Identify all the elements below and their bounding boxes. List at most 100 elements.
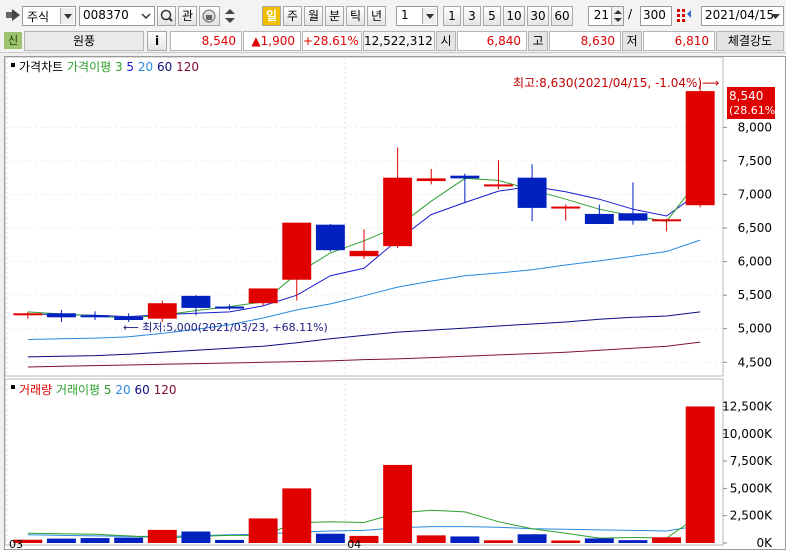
candle-body <box>652 219 682 222</box>
total-count-input[interactable]: 300 <box>640 6 672 26</box>
candle-body <box>383 177 413 247</box>
volume-tick-label: 10,000K <box>722 427 773 441</box>
spinner-buttons[interactable] <box>222 6 238 26</box>
volume-bar <box>181 531 211 543</box>
legend-item: 120 <box>150 383 177 397</box>
search-button[interactable] <box>157 6 176 26</box>
chevron-down-icon <box>769 8 782 24</box>
legend-item: 거래량 <box>19 383 52 397</box>
period-tab-5[interactable]: 년 <box>367 6 386 26</box>
low-value: 6,810 <box>643 31 715 51</box>
toolbar: 주식 008370 관 일주월분틱년 1 1 3 5 10 30 60 21 / 300 <box>0 0 786 31</box>
stock-name: 원풍 <box>24 31 144 51</box>
current-price: 8,540 <box>170 31 242 51</box>
volume-bar <box>685 406 715 543</box>
price-panel <box>5 57 724 377</box>
volume-bar <box>315 533 345 543</box>
volume-bar <box>618 540 648 543</box>
interval-select-value: 1 <box>401 8 409 22</box>
candle-body <box>618 213 648 221</box>
volume-bar <box>215 539 244 543</box>
spinner-icon[interactable] <box>611 7 623 25</box>
favorite-button[interactable]: 관 <box>178 6 197 26</box>
volume-bar <box>80 538 110 543</box>
price-tick-label: 6,500 <box>738 221 772 235</box>
volume-tick-label: 5,000K <box>730 481 773 495</box>
period-tab-4[interactable]: 틱 <box>346 6 365 26</box>
stock-code-input[interactable]: 008370 <box>79 6 155 26</box>
strength-label: 체결강도 <box>716 31 784 51</box>
volume-bar <box>652 537 682 543</box>
volume-bar <box>584 538 614 543</box>
date-select[interactable]: 2021/04/15 <box>701 6 784 26</box>
last-price-tag-rate: (28.61%) <box>729 104 780 117</box>
period-tab-2[interactable]: 월 <box>304 6 323 26</box>
market-select[interactable]: 주식 <box>22 6 76 26</box>
period-tab-0[interactable]: 일 <box>262 6 281 26</box>
candle-body <box>147 303 177 319</box>
legend-item: 60 <box>131 383 150 397</box>
lock-button[interactable] <box>199 6 220 26</box>
interval-button-10[interactable]: 10 <box>503 6 525 26</box>
legend-item: 거래이평 5 <box>52 383 111 397</box>
total-count-value: 300 <box>643 8 666 22</box>
candle-body <box>282 222 312 280</box>
month-label: 03 <box>9 538 23 549</box>
open-value: 6,840 <box>457 31 527 51</box>
volume-legend: 거래량 거래이평 5 20 60 120 <box>11 383 176 397</box>
volume-bar <box>484 540 513 543</box>
volume-bar <box>416 535 446 543</box>
chart-area[interactable]: 가격차트 가격이평 3 5 20 60 120 거래량 거래이평 5 20 60… <box>4 56 786 550</box>
price-tick-label: 5,000 <box>738 322 772 336</box>
volume-tick-label: 0K <box>756 536 773 549</box>
legend-marker-icon <box>11 385 15 389</box>
volume-bar <box>383 464 413 543</box>
info-button[interactable]: i <box>147 31 167 51</box>
legend-item: 20 <box>134 60 153 74</box>
interval-buttons: 1 3 5 10 30 60 <box>443 6 573 26</box>
interval-select[interactable]: 1 <box>396 6 438 26</box>
candle-body <box>248 288 278 304</box>
candle-body <box>215 306 244 309</box>
market-select-value: 주식 <box>27 10 50 24</box>
period-tab-1[interactable]: 주 <box>283 6 302 26</box>
price-tick-label: 7,000 <box>738 187 772 201</box>
volume-tick-label: 12,500K <box>722 399 773 413</box>
price-tick-label: 5,500 <box>738 288 772 302</box>
interval-button-1[interactable]: 1 <box>443 6 461 26</box>
interval-button-60[interactable]: 60 <box>551 6 573 26</box>
legend-item: 60 <box>153 60 172 74</box>
chevron-down-icon <box>422 8 436 24</box>
candle-body <box>315 224 345 251</box>
screen-menu-icon[interactable] <box>6 9 20 21</box>
candle-body <box>484 184 513 187</box>
candle-body <box>80 315 110 318</box>
legend-item: 120 <box>172 60 199 74</box>
price-change: ▲1,900 <box>243 31 301 51</box>
volume-bar <box>551 540 581 543</box>
high-value: 8,630 <box>549 31 621 51</box>
interval-button-3[interactable]: 3 <box>463 6 481 26</box>
low-annotation: ⟵ 최저:5,000(2021/03/23, +68.11%) <box>123 321 328 334</box>
interval-button-30[interactable]: 30 <box>527 6 549 26</box>
price-tick-label: 7,500 <box>738 154 772 168</box>
chart-settings-icon[interactable] <box>675 6 693 26</box>
credit-badge: 신 <box>4 32 22 49</box>
legend-marker-icon <box>11 63 15 67</box>
date-select-value: 2021/04/15 <box>705 8 775 22</box>
legend-item: 가격차트 <box>19 60 63 74</box>
low-label: 저 <box>622 31 642 51</box>
interval-button-5[interactable]: 5 <box>483 6 501 26</box>
quote-bar: 신 원풍 i 8,540 ▲1,900 +28.61% 12,522,312 시… <box>0 30 786 53</box>
open-label: 시 <box>436 31 456 51</box>
chevron-down-icon[interactable] <box>139 8 153 24</box>
volume-bar <box>517 534 547 543</box>
chart-canvas[interactable]: 가격차트 가격이평 3 5 20 60 120 거래량 거래이평 5 20 60… <box>5 57 785 549</box>
candle-count-input[interactable]: 21 <box>588 6 624 26</box>
volume-bar <box>46 538 76 543</box>
high-annotation: 최고:8,630(2021/04/15, -1.04%)⟶ <box>513 76 719 90</box>
period-tab-3[interactable]: 분 <box>325 6 344 26</box>
volume-bar <box>450 536 480 543</box>
candle-body <box>450 175 480 179</box>
chevron-down-icon <box>60 8 74 24</box>
